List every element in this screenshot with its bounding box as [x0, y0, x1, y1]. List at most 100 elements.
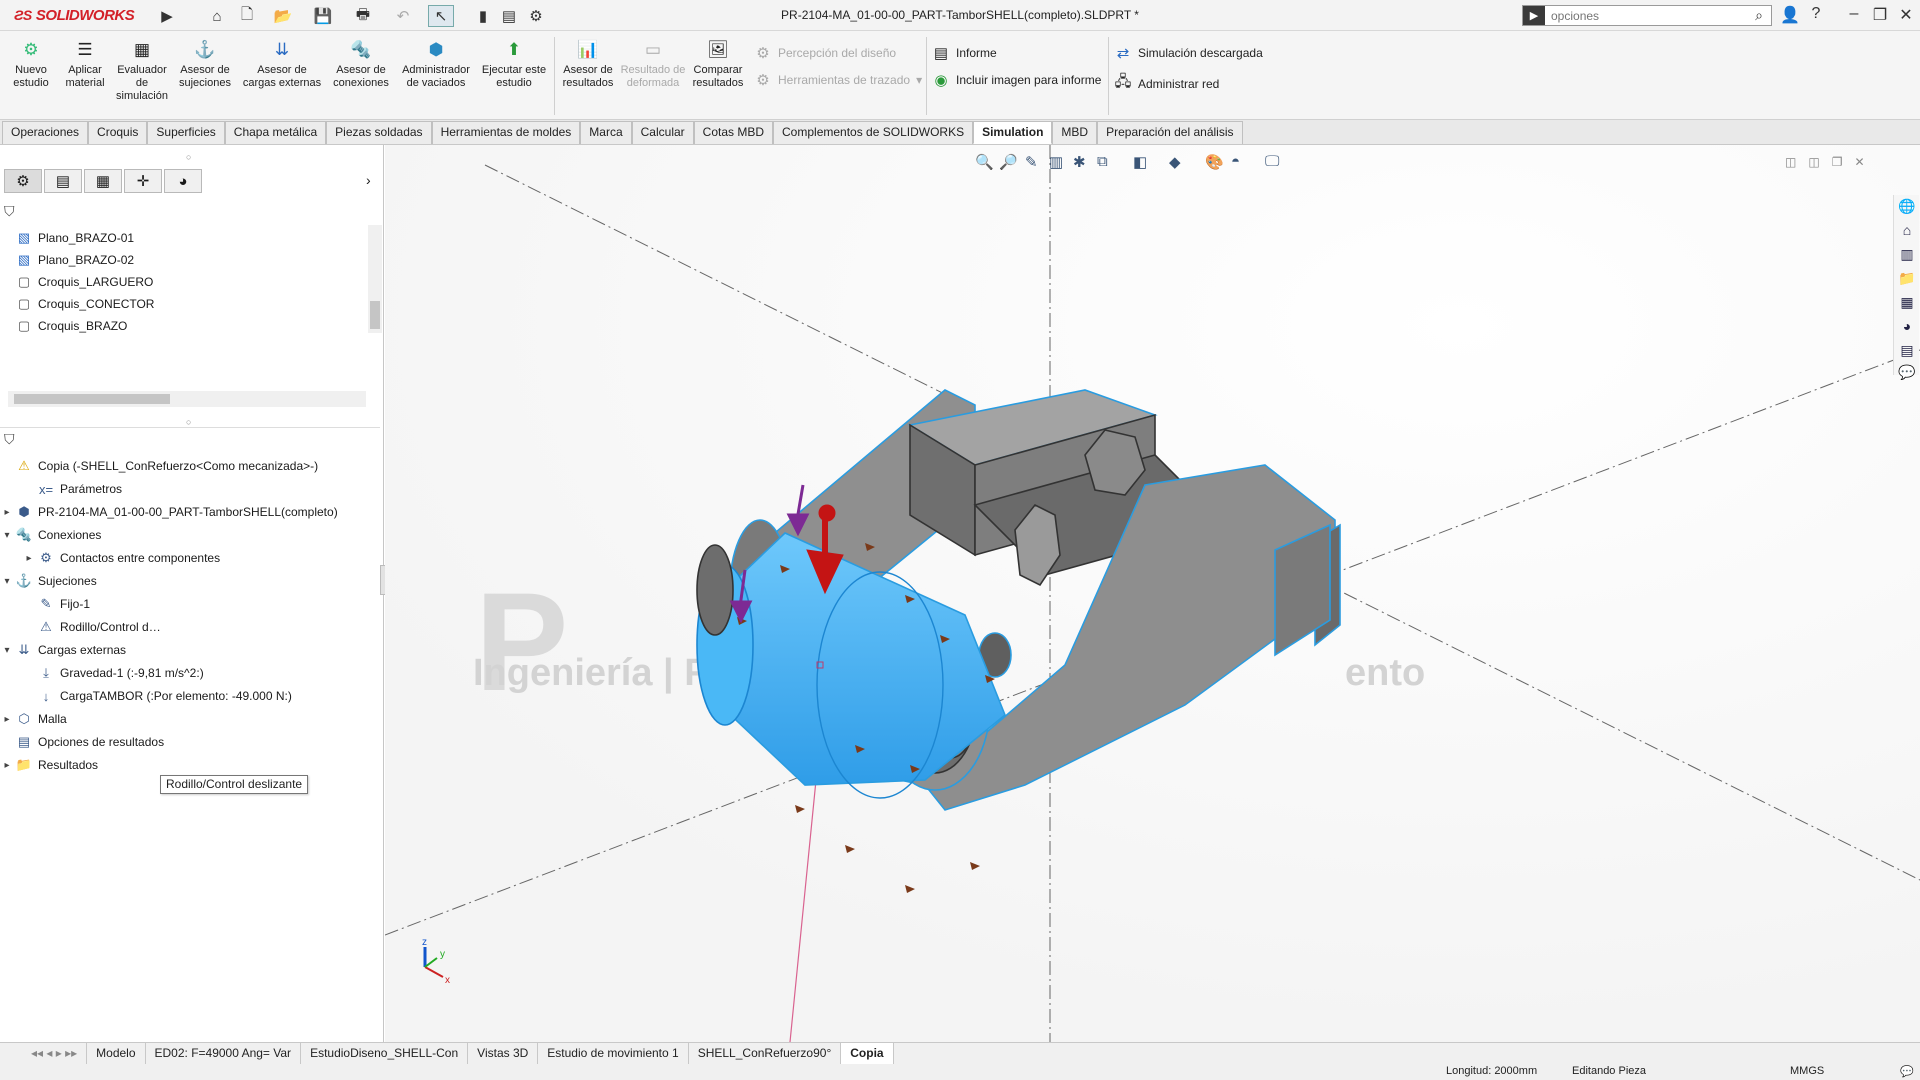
restore-view-icon[interactable]: ❐ — [1832, 155, 1843, 169]
tab-herramientas-de-moldes[interactable]: Herramientas de moldes — [431, 121, 581, 144]
new-document-icon[interactable]: 🗋 — [234, 5, 260, 27]
chevron-right-icon[interactable]: ▸ — [0, 507, 14, 518]
close-icon[interactable]: ✕ — [1894, 5, 1918, 25]
traffic-light-icon[interactable]: ▮ — [474, 5, 492, 27]
feature-tree-item[interactable]: ▧ Plano_BRAZO-02 — [0, 249, 372, 271]
tab-simulation[interactable]: Simulation — [973, 121, 1053, 144]
flyout-arrow-icon[interactable]: ▶ — [160, 5, 174, 27]
study-tree-item[interactable]: ⚠ Copia (-SHELL_ConRefuerzo<Como mecaniza… — [0, 455, 378, 477]
home-pane-icon[interactable]: ⌂ — [1894, 219, 1920, 241]
chevron-right-icon[interactable]: ▸ — [0, 760, 14, 771]
filter-icon[interactable]: ⛉ — [4, 431, 15, 448]
offloaded-simulation-button[interactable]: ⇄ Simulación descargada — [1114, 44, 1263, 62]
file-properties-icon[interactable]: ▤ — [498, 5, 520, 27]
study-tree-item[interactable]: ▤ Opciones de resultados — [0, 731, 378, 753]
run-study-button[interactable]: ⬆ Ejecutar este estudio — [478, 39, 550, 90]
tab-piezas-soldadas[interactable]: Piezas soldadas — [326, 121, 432, 144]
study-tree-item[interactable]: ▸ ⬡ Malla — [0, 708, 378, 730]
chevron-right-icon[interactable]: ▸ — [0, 714, 14, 725]
results-advisor-button[interactable]: 📊 Asesor de resultados — [558, 39, 618, 90]
feature-manager-tab-icon[interactable]: ⚙ — [4, 169, 42, 193]
report-button[interactable]: ▤ Informe — [932, 44, 997, 62]
display-style-icon[interactable]: ◧ — [1133, 153, 1147, 171]
minimize-icon[interactable]: – — [1842, 5, 1866, 23]
tab-calcular[interactable]: Calcular — [631, 121, 694, 144]
restore-icon[interactable]: ❐ — [1868, 5, 1892, 25]
hide-show-items-icon[interactable]: ◆ — [1169, 153, 1181, 171]
panel-grip-icon[interactable]: ○ — [186, 417, 191, 427]
tab-marca[interactable]: Marca — [580, 121, 632, 144]
study-tree-item[interactable]: ▾ 🔩 Conexiones — [0, 524, 378, 546]
tile-right-icon[interactable]: ◫ — [1808, 155, 1819, 169]
status-units[interactable]: MMGS — [1790, 1065, 1824, 1077]
tab-mbd[interactable]: MBD — [1052, 121, 1098, 144]
study-tree-item[interactable]: ▸ 📁 Resultados — [0, 754, 378, 776]
design-insight-button[interactable]: ⚙ Percepción del diseño — [754, 44, 896, 62]
model-tab[interactable]: SHELL_ConRefuerzo90° — [689, 1043, 842, 1064]
tab-scroll-arrows-icon[interactable]: ◂◂ ◂ ▸ ▸▸ — [22, 1043, 88, 1064]
property-manager-tab-icon[interactable]: ▤ — [44, 169, 82, 193]
appearances-icon[interactable]: ◕ — [1894, 315, 1920, 337]
simulation-evaluator-button[interactable]: ▦ Evaluador de simulación — [112, 39, 172, 103]
model-view[interactable]: P Ingeniería | Fabric ento z x y — [385, 145, 1920, 1042]
fixtures-advisor-button[interactable]: ⚓ Asesor de sujeciones — [174, 39, 236, 90]
plot-tools-button[interactable]: ⚙ Herramientas de trazado ▾ — [754, 71, 922, 89]
compare-results-button[interactable]: 🖼 Comparar resultados — [688, 39, 748, 90]
model-tab[interactable]: ED02: F=49000 Ang= Var — [146, 1043, 302, 1064]
section-view-icon[interactable]: ▥ — [1049, 153, 1063, 171]
edit-appearance-icon[interactable]: 🎨 — [1205, 153, 1224, 171]
study-tree-item[interactable]: ▾ ⚓ Sujeciones — [0, 570, 378, 592]
apply-scene-icon[interactable]: ◓ — [1231, 153, 1240, 170]
feature-tree-scrollbar[interactable] — [368, 225, 382, 333]
previous-view-icon[interactable]: ✎ — [1025, 153, 1038, 171]
search-box[interactable]: ▶ ⌕ — [1522, 5, 1772, 26]
close-view-icon[interactable]: ✕ — [1854, 155, 1864, 169]
study-tree-item[interactable]: ⚠ Rodillo/Control d… — [0, 616, 378, 638]
help-icon[interactable]: ? — [1804, 5, 1828, 23]
study-tree-item[interactable]: x= Parámetros — [0, 478, 378, 500]
dynamic-annotation-icon[interactable]: ✱ — [1073, 153, 1086, 171]
deformed-result-button[interactable]: ▭ Resultado de deformada — [620, 39, 686, 90]
include-image-button[interactable]: ◉ Incluir imagen para informe — [932, 71, 1101, 89]
panel-grip-icon[interactable]: ○ — [186, 152, 191, 162]
dimxpert-tab-icon[interactable]: ✛ — [124, 169, 162, 193]
zoom-to-area-icon[interactable]: 🔎 — [999, 153, 1018, 171]
view-settings-icon[interactable]: 🖵 — [1265, 153, 1279, 170]
print-icon[interactable]: 🖶 — [350, 5, 376, 27]
apply-material-button[interactable]: ☰ Aplicar material — [60, 39, 110, 90]
custom-properties-icon[interactable]: ▤ — [1894, 339, 1920, 361]
chevron-down-icon[interactable]: ▾ — [0, 576, 14, 587]
file-explorer-icon[interactable]: 📁 — [1894, 267, 1920, 289]
view-palette-icon[interactable]: ▦ — [1894, 291, 1920, 313]
model-tab[interactable]: Vistas 3D — [468, 1043, 539, 1064]
solidworks-resources-icon[interactable]: 🌐 — [1894, 195, 1920, 217]
view-orientation-icon[interactable]: ⧉ — [1097, 153, 1108, 170]
model-tab[interactable]: Copia — [841, 1043, 894, 1064]
chevron-down-icon[interactable]: ▾ — [0, 645, 14, 656]
design-library-icon[interactable]: ▥ — [1894, 243, 1920, 265]
command-search-icon[interactable]: ▶ — [1523, 6, 1545, 25]
new-study-button[interactable]: ⚙ Nuevo estudio — [6, 39, 56, 90]
tab-preparaci-n-del-an-lisis[interactable]: Preparación del análisis — [1097, 121, 1243, 144]
external-loads-advisor-button[interactable]: ⇊ Asesor de cargas externas — [240, 39, 324, 90]
graphics-area[interactable]: P Ingeniería | Fabric ento z x y 🔍 🔎 ✎ ▥… — [385, 145, 1920, 1042]
shell-manager-button[interactable]: ⬢ Administrador de vaciados — [398, 39, 474, 90]
study-tree-item[interactable]: ▾ ⇊ Cargas externas — [0, 639, 378, 661]
user-icon[interactable]: 👤 — [1778, 5, 1802, 25]
select-pointer-icon[interactable]: ↖ — [428, 5, 454, 27]
study-tree-item[interactable]: ↓ CargaTAMBOR (:Por elemento: -49.000 N:) — [0, 685, 378, 707]
tab-operaciones[interactable]: Operaciones — [2, 121, 89, 144]
zoom-to-fit-icon[interactable]: 🔍 — [975, 153, 994, 171]
home-icon[interactable]: ⌂ — [204, 5, 230, 27]
search-icon[interactable]: ⌕ — [1755, 7, 1763, 24]
open-folder-icon[interactable]: 📂 — [270, 5, 296, 27]
connections-advisor-button[interactable]: 🔩 Asesor de conexiones — [328, 39, 394, 90]
chevron-right-icon[interactable]: ▸ — [22, 553, 36, 564]
study-tree-item[interactable]: ▸ ⚙ Contactos entre componentes — [0, 547, 378, 569]
filter-icon[interactable]: ⛉ — [4, 203, 15, 220]
study-tree-item[interactable]: ▸ ⬢ PR-2104-MA_01-00-00_PART-TamborSHELL(c… — [0, 501, 378, 523]
chevron-down-icon[interactable]: ▾ — [0, 530, 14, 541]
tab-cotas-mbd[interactable]: Cotas MBD — [693, 121, 774, 144]
tab-croquis[interactable]: Croquis — [88, 121, 148, 144]
undo-icon[interactable]: ↶ — [390, 5, 416, 27]
